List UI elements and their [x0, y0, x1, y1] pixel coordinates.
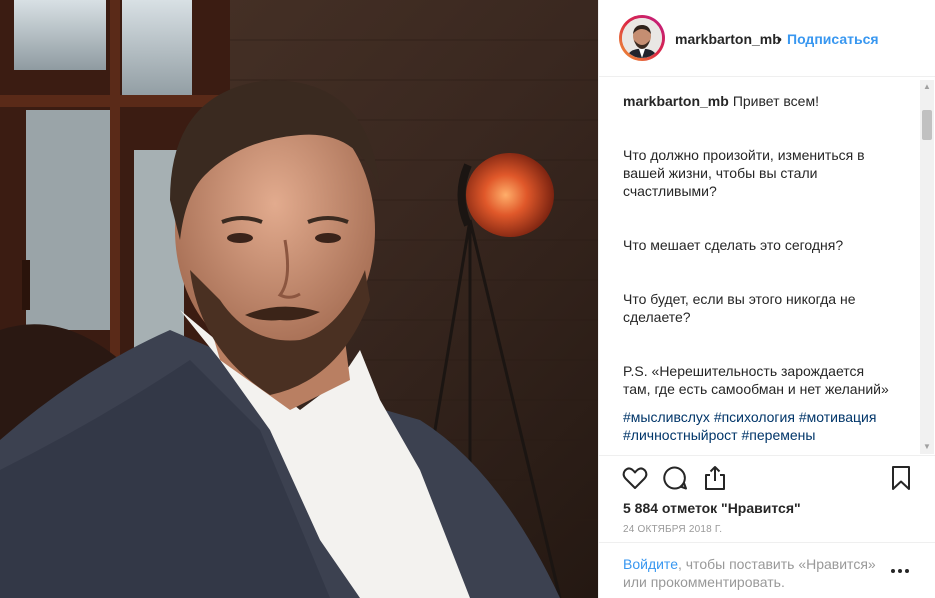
hashtag-link[interactable]: #мотивация	[799, 409, 877, 425]
post-header: markbarton_mb • Подписаться	[599, 0, 935, 77]
bookmark-icon[interactable]	[887, 464, 915, 492]
post-author-username[interactable]: markbarton_mb	[675, 31, 781, 47]
post-photo-image	[0, 0, 598, 598]
caption-paragraph-4: P.S. «Нерешительность зарождается там, г…	[623, 363, 889, 397]
hashtag-link[interactable]: #психология	[714, 409, 795, 425]
hashtag-link[interactable]: #личностныйрост	[623, 427, 738, 443]
hashtag-link[interactable]: #перемены	[742, 427, 816, 443]
post-photo[interactable]	[0, 0, 598, 598]
comments-area[interactable]: markbarton_mb Привет всем! Что должно про…	[599, 78, 935, 456]
hashtag-link[interactable]: #мысливслух	[623, 409, 710, 425]
lamp-shade	[466, 153, 554, 237]
scroll-thumb[interactable]	[922, 110, 932, 140]
comment-icon[interactable]	[661, 464, 689, 492]
heart-icon[interactable]	[621, 464, 649, 492]
follow-button[interactable]: Подписаться	[787, 31, 879, 47]
login-link[interactable]: Войдите	[623, 556, 678, 572]
separator-dot: •	[777, 31, 782, 47]
post-details-panel: markbarton_mb • Подписаться markbarton_m…	[598, 0, 935, 598]
comment-footer: Войдите, чтобы поставить «Нравится» или …	[599, 542, 935, 598]
caption-paragraph-2: Что мешает сделать это сегодня?	[623, 237, 844, 253]
action-bar	[599, 456, 935, 500]
caption: markbarton_mb Привет всем! Что должно про…	[623, 92, 893, 444]
scroll-down-icon[interactable]: ▼	[920, 440, 934, 454]
hashtag-list: #мысливслух #психология #мотивация #личн…	[623, 408, 893, 444]
caption-paragraph-1: Что должно произойти, измениться в вашей…	[623, 147, 865, 199]
caption-username[interactable]: markbarton_mb	[623, 93, 729, 109]
post-date[interactable]: 24 ОКТЯБРЯ 2018 Г.	[623, 524, 722, 535]
avatar[interactable]	[619, 15, 665, 61]
more-options-icon[interactable]	[888, 563, 912, 579]
share-icon[interactable]	[701, 464, 729, 492]
likes-count[interactable]: 5 884 отметок "Нравится"	[623, 500, 801, 516]
login-prompt: Войдите, чтобы поставить «Нравится» или …	[623, 555, 883, 591]
caption-greeting: Привет всем!	[732, 93, 819, 109]
scroll-up-icon[interactable]: ▲	[920, 80, 934, 94]
caption-paragraph-3: Что будет, если вы этого никогда не сдел…	[623, 291, 856, 325]
avatar-image	[622, 18, 662, 58]
comments-scrollbar[interactable]: ▲ ▼	[920, 80, 934, 454]
